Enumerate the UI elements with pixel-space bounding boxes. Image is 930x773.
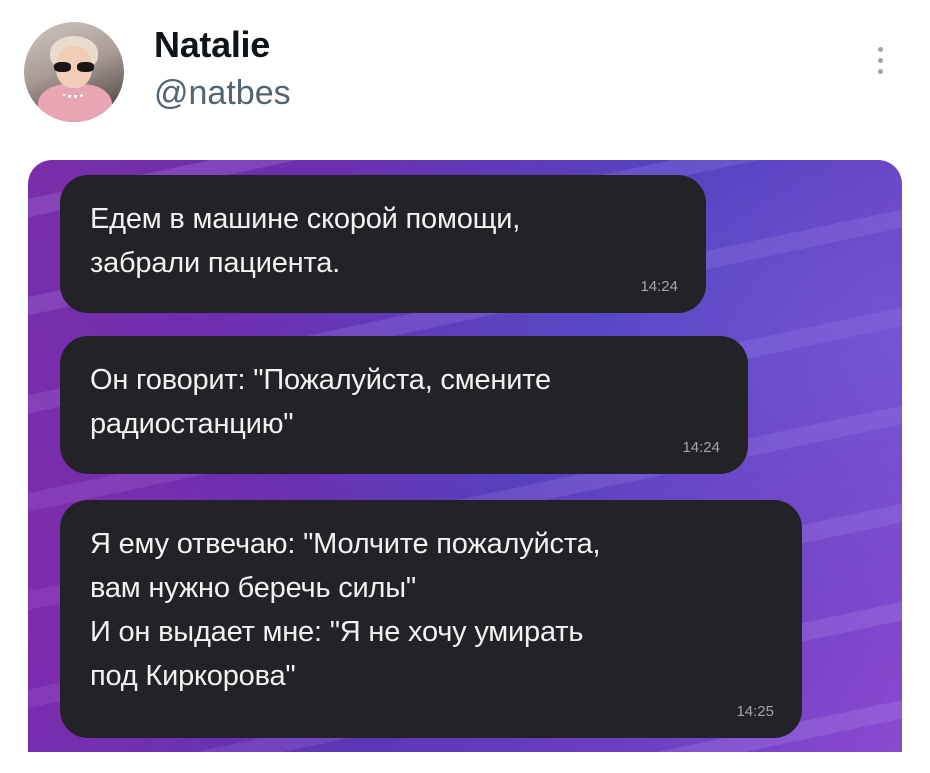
chat-bubble-time: 14:24 <box>640 278 678 295</box>
dot <box>878 58 883 63</box>
dot <box>878 47 883 52</box>
display-name[interactable]: Natalie <box>154 24 270 66</box>
chat-bubble: Едем в машине скорой помощи, забрали пац… <box>60 175 706 313</box>
chat-bubble-time: 14:24 <box>682 439 720 456</box>
chat-bubble-text: Я ему отвечаю: "Молчите пожалуйста, вам … <box>90 528 601 692</box>
avatar-necklace <box>62 88 86 98</box>
chat-bubble-time: 14:25 <box>736 703 774 720</box>
chat-bubble-text: Едем в машине скорой помощи, забрали пац… <box>90 203 521 279</box>
chat-bubble-text: Он говорит: "Пожалуйста, смените радиост… <box>90 364 551 440</box>
avatar[interactable] <box>24 22 124 122</box>
chat-bubble: Он говорит: "Пожалуйста, смените радиост… <box>60 336 748 474</box>
chat-bubble: Я ему отвечаю: "Молчите пожалуйста, вам … <box>60 500 802 738</box>
more-vertical-icon[interactable] <box>872 44 890 80</box>
user-handle[interactable]: @natbes <box>154 74 291 113</box>
tweet-media-image[interactable]: Едем в машине скорой помощи, забрали пац… <box>28 160 902 752</box>
dot <box>878 69 883 74</box>
tweet: Natalie @natbes Едем в машине скорой пом… <box>0 0 930 773</box>
avatar-sunglasses <box>54 62 94 72</box>
